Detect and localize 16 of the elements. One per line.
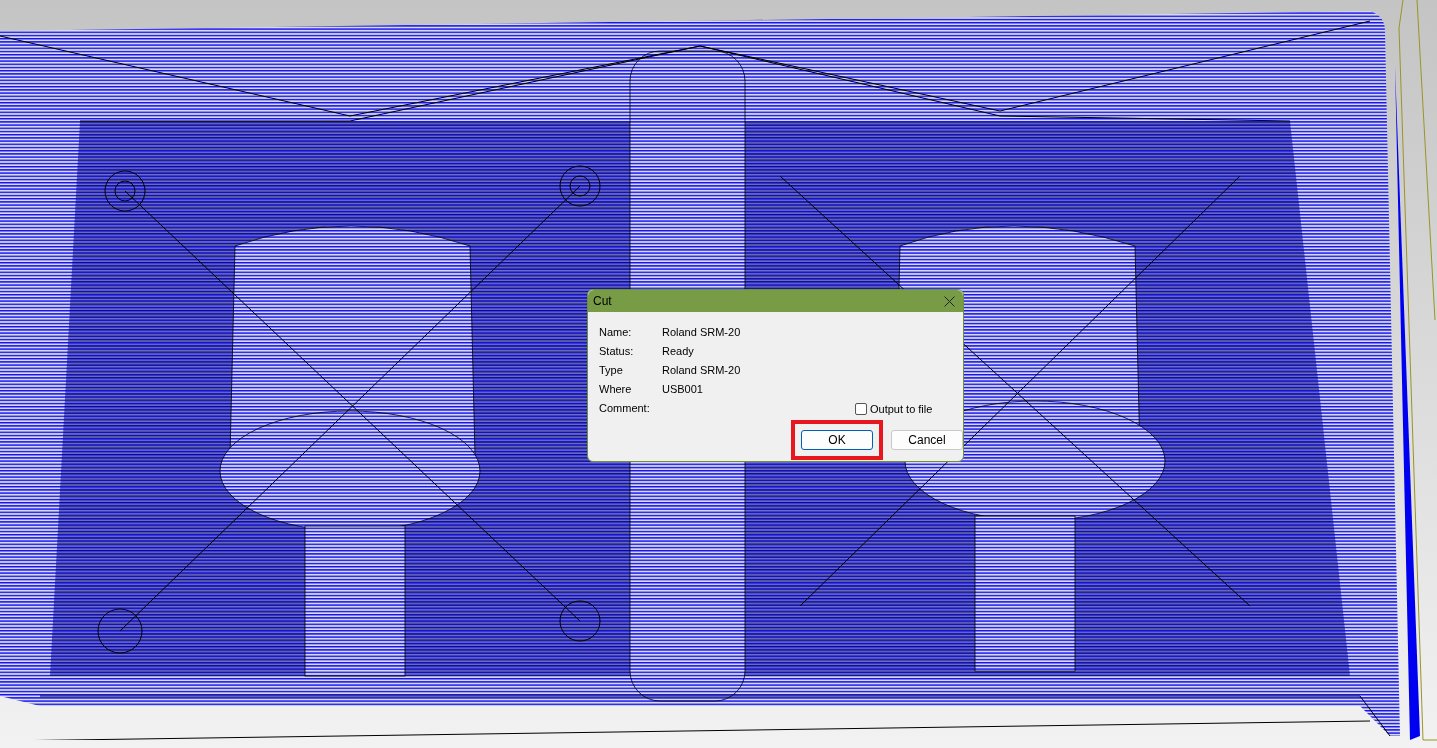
field-value: USB001 — [662, 381, 703, 397]
field-label: Status: — [599, 343, 635, 359]
dialog-button[interactable]: OK — [801, 430, 873, 450]
field-value: Roland SRM-20 — [662, 324, 741, 340]
output-to-file-checkbox[interactable]: Output to file — [855, 401, 933, 418]
close-icon[interactable] — [944, 295, 955, 307]
field-label: Where — [599, 381, 633, 397]
checkbox-label: Output to file — [870, 402, 933, 417]
checkbox-square[interactable] — [855, 403, 867, 416]
dialog-title: Cut — [593, 293, 612, 310]
field-value: Roland SRM-20 — [662, 362, 741, 378]
field-label: Name: — [599, 324, 633, 340]
field-label: Type — [599, 362, 624, 378]
dialog-button[interactable]: Cancel — [891, 430, 963, 450]
field-label: Comment: — [599, 400, 651, 416]
field-value: Ready — [662, 343, 694, 359]
